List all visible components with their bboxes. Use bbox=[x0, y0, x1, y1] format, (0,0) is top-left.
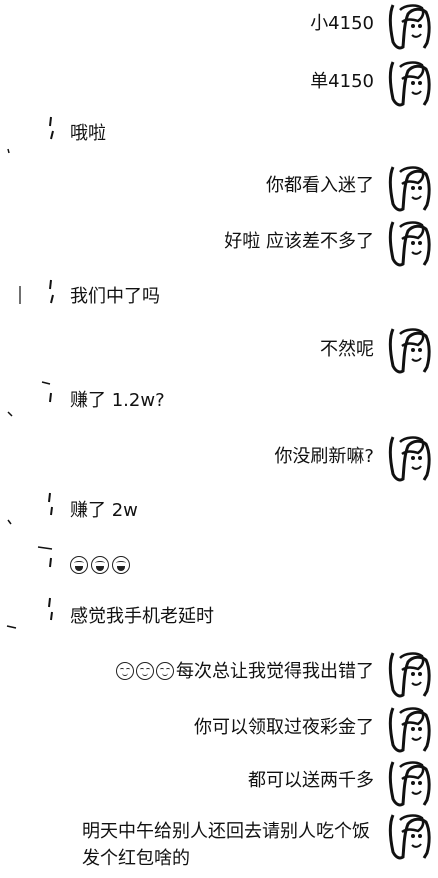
avatar[interactable] bbox=[388, 650, 432, 698]
avatar[interactable] bbox=[388, 2, 432, 50]
avatar[interactable] bbox=[388, 219, 432, 267]
avatar[interactable] bbox=[4, 380, 54, 420]
portrait-icon bbox=[388, 434, 432, 482]
avatar[interactable] bbox=[4, 490, 54, 530]
portrait-icon bbox=[388, 759, 432, 807]
portrait-icon bbox=[388, 650, 432, 698]
message-text: 明天中午给别人还回去请别人吃个饭发个红包啥的 bbox=[82, 821, 370, 869]
message-text: 单4150 bbox=[310, 71, 374, 92]
message-text: 好啦 应该差不多了 bbox=[224, 231, 374, 252]
pensive-face-icon bbox=[116, 662, 134, 680]
avatar[interactable] bbox=[388, 812, 432, 860]
message-text: 哦啦 bbox=[70, 123, 106, 144]
message-text: 感觉我手机老延时 bbox=[70, 606, 214, 627]
avatar[interactable] bbox=[4, 115, 54, 155]
message-text: 赚了 2w bbox=[70, 500, 138, 521]
emoji-message bbox=[70, 552, 133, 579]
message-text: 都可以送两千多 bbox=[248, 770, 374, 791]
avatar[interactable] bbox=[388, 326, 432, 374]
laugh-cry-face-icon bbox=[70, 556, 88, 574]
message-text: 我们中了吗 bbox=[70, 286, 160, 307]
contact-avatar-icon bbox=[7, 381, 52, 417]
avatar[interactable] bbox=[388, 59, 432, 107]
laugh-cry-face-icon bbox=[112, 556, 130, 574]
chat-thread: 小4150 单4150 哦啦 你都看入迷了 好啦 应该差不多了 我们中了吗 不然… bbox=[0, 0, 438, 878]
portrait-icon bbox=[388, 2, 432, 50]
avatar[interactable] bbox=[4, 278, 54, 318]
message-with-emoji: 每次总让我觉得我出错了 bbox=[116, 658, 374, 685]
avatar[interactable] bbox=[388, 759, 432, 807]
portrait-icon bbox=[388, 59, 432, 107]
pensive-face-icon bbox=[156, 662, 174, 680]
portrait-icon bbox=[388, 219, 432, 267]
laugh-cry-face-icon bbox=[91, 556, 109, 574]
portrait-icon bbox=[388, 812, 432, 860]
message-text: 赚了 1.2w? bbox=[70, 390, 165, 411]
avatar[interactable] bbox=[388, 705, 432, 753]
message-text: 你可以领取过夜彩金了 bbox=[194, 717, 374, 738]
contact-avatar-icon bbox=[6, 597, 53, 629]
pensive-face-icon bbox=[136, 662, 154, 680]
avatar[interactable] bbox=[4, 594, 54, 634]
message-text: 每次总让我觉得我出错了 bbox=[176, 661, 374, 682]
portrait-icon bbox=[388, 164, 432, 212]
message-text: 你都看入迷了 bbox=[266, 175, 374, 196]
portrait-icon bbox=[388, 326, 432, 374]
message-text: 你没刷新嘛? bbox=[274, 446, 374, 467]
contact-avatar-icon bbox=[37, 546, 53, 568]
message-text: 小4150 bbox=[310, 13, 374, 34]
avatar[interactable] bbox=[388, 164, 432, 212]
avatar[interactable] bbox=[388, 434, 432, 482]
contact-avatar-icon bbox=[19, 279, 54, 304]
portrait-icon bbox=[388, 705, 432, 753]
avatar[interactable] bbox=[4, 544, 54, 584]
contact-avatar-icon bbox=[7, 492, 53, 525]
message-text: 不然呢 bbox=[320, 339, 374, 360]
contact-avatar-icon bbox=[7, 116, 54, 154]
